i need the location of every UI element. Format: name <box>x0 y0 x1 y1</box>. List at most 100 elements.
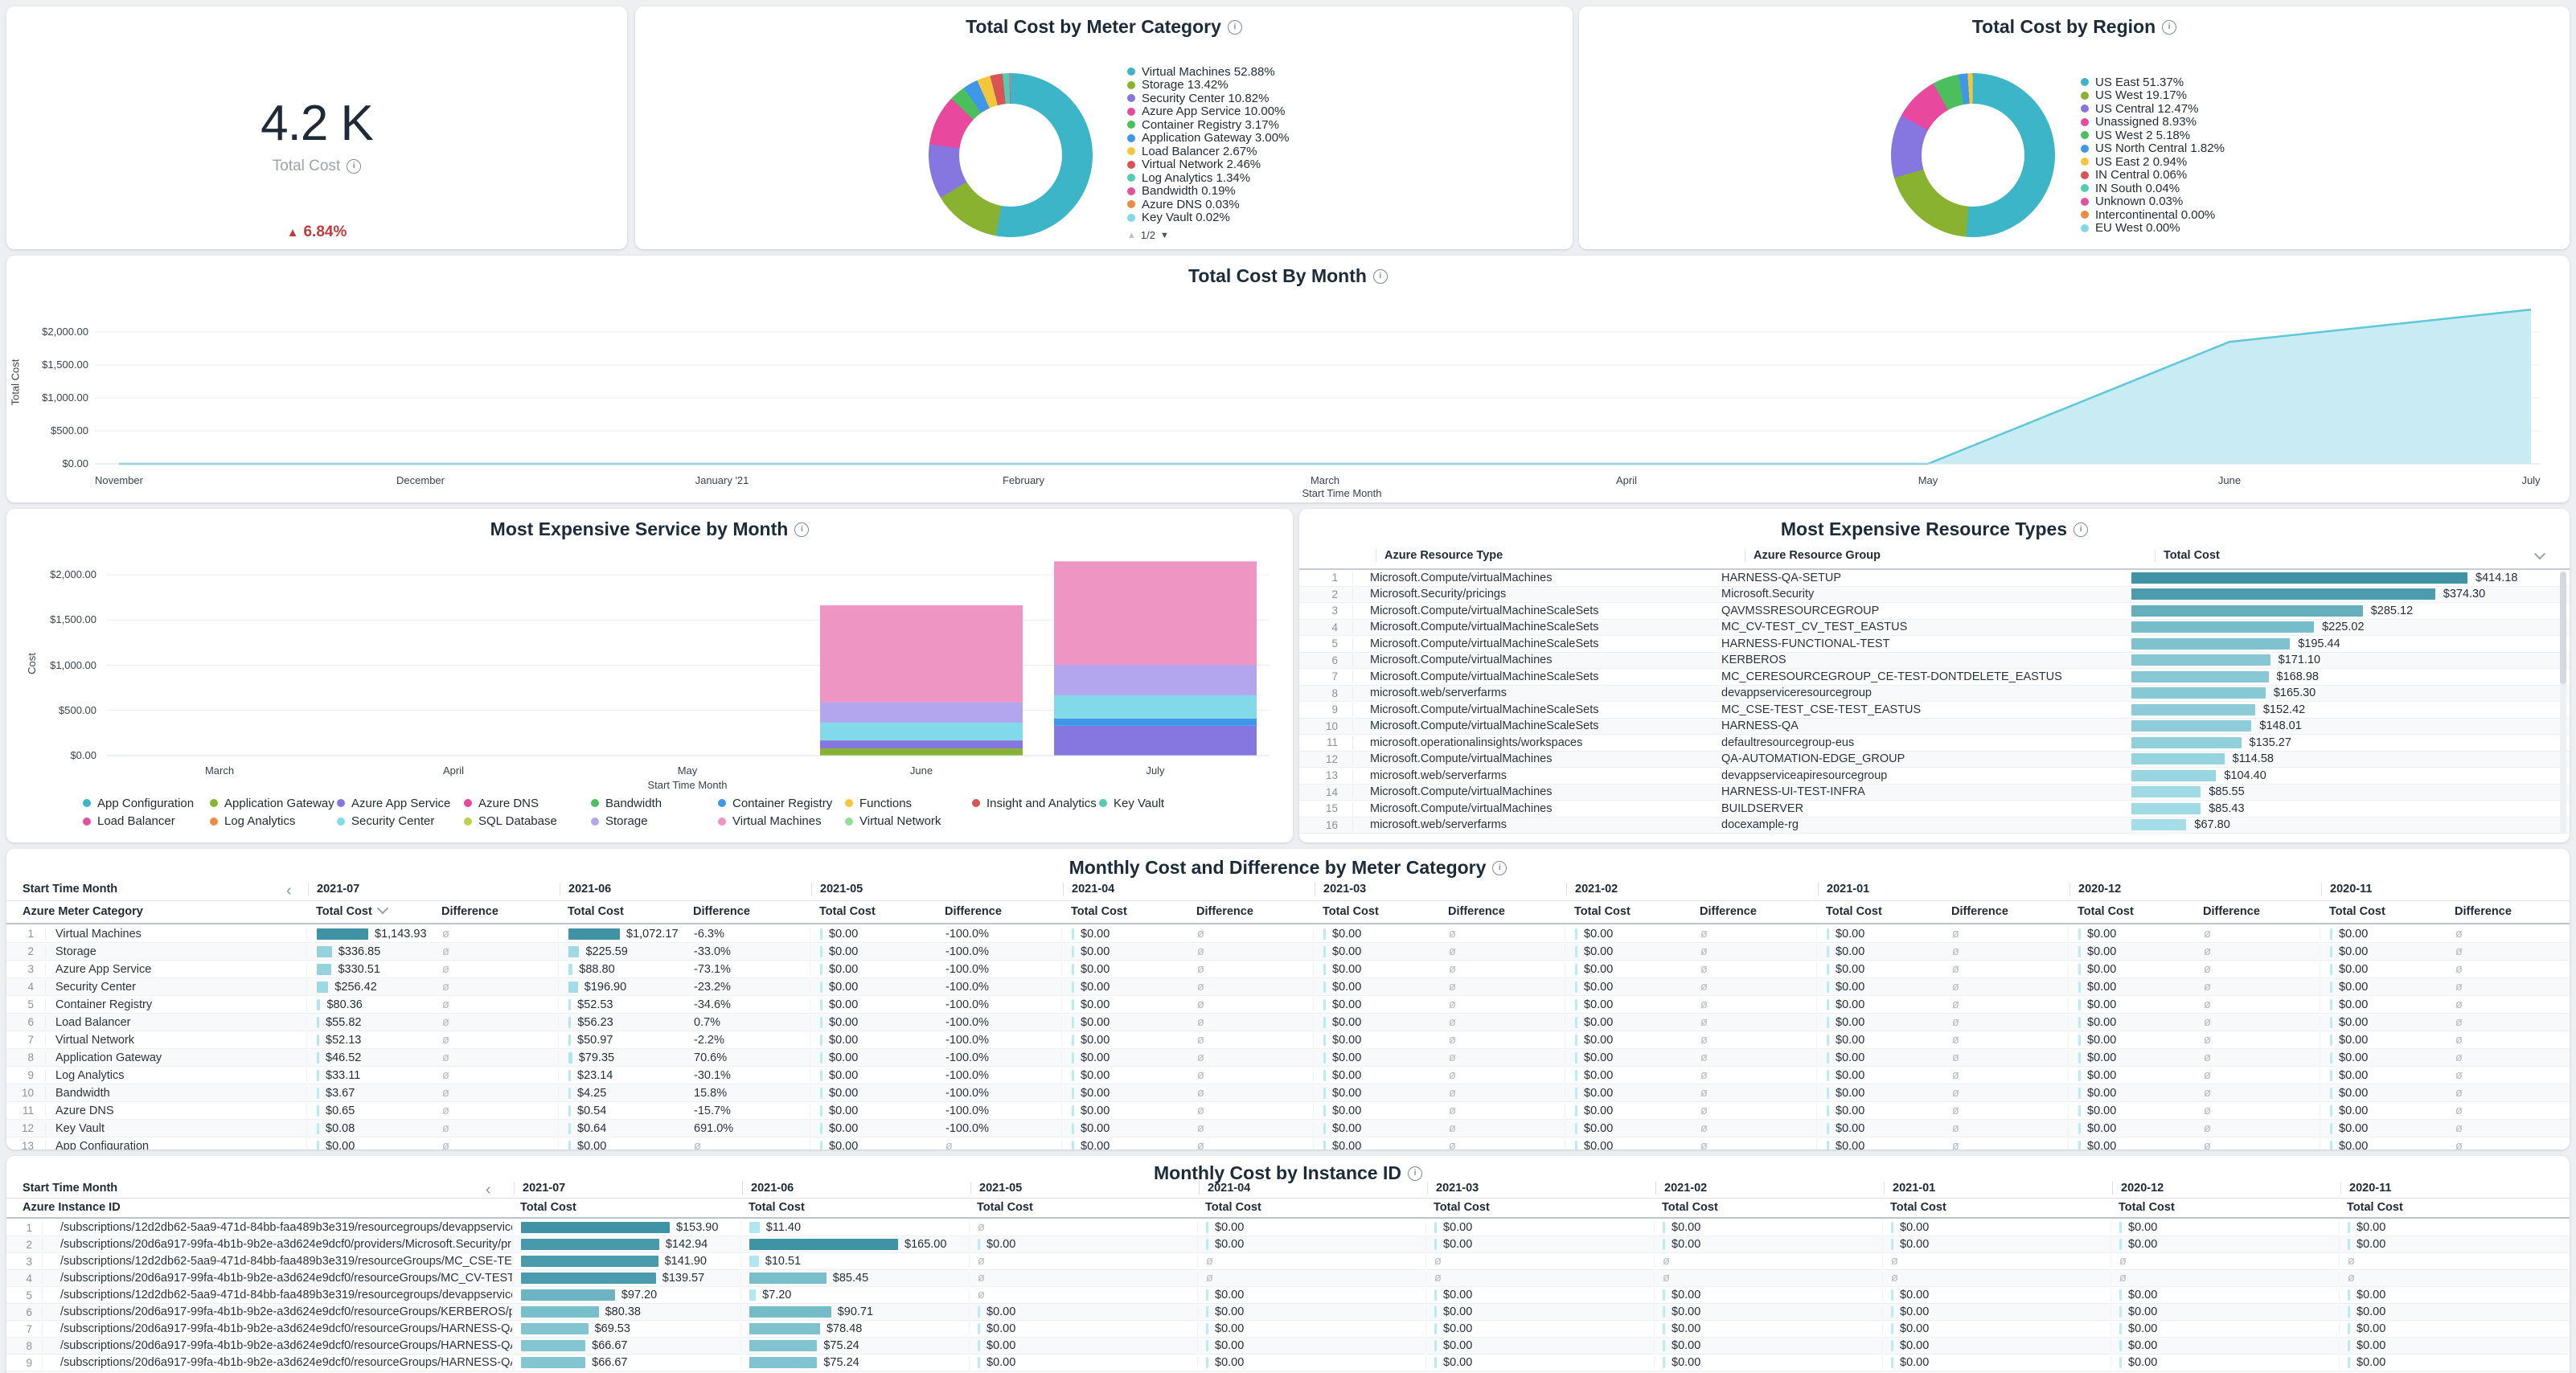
legend-item[interactable]: Azure App Service 10.00% <box>1127 105 1289 119</box>
sort-chevron-icon[interactable] <box>377 903 388 914</box>
legend-item[interactable]: Storage <box>591 815 718 829</box>
legend-item[interactable]: SQL Database <box>464 815 591 829</box>
vertical-scrollbar[interactable] <box>2560 572 2566 834</box>
column-header-total-cost[interactable]: Total Cost <box>2329 905 2385 918</box>
legend-item[interactable]: IN South 0.04% <box>2081 182 2225 195</box>
legend-item[interactable]: EU West 0.00% <box>2081 222 2225 236</box>
column-header-total-cost[interactable]: Total Cost <box>2119 1201 2175 1214</box>
legend-item[interactable]: Unknown 0.03% <box>2081 195 2225 209</box>
legend-item[interactable]: Virtual Network 2.46% <box>1127 158 1289 172</box>
total-cost-cell: ø <box>1654 1272 1882 1285</box>
cost-bar <box>2119 1357 2122 1368</box>
column-header-total-cost[interactable]: Total Cost <box>2078 905 2134 918</box>
legend-item[interactable]: Azure DNS <box>464 797 591 810</box>
legend-item[interactable]: Security Center <box>337 815 464 829</box>
legend-item[interactable]: Container Registry 3.17% <box>1127 118 1289 132</box>
info-icon[interactable]: i <box>347 159 361 174</box>
cost-value: $0.00 <box>2087 981 2116 994</box>
column-header-total-cost[interactable]: Total Cost <box>1071 905 1127 918</box>
column-header-difference[interactable]: Difference <box>2455 905 2512 918</box>
column-header-difference[interactable]: Difference <box>945 905 1002 918</box>
legend-item[interactable]: IN Central 0.06% <box>2081 169 2225 182</box>
column-header-total-cost[interactable]: Total Cost <box>819 905 876 918</box>
legend-item[interactable]: App Configuration <box>83 797 210 810</box>
cost-value: $0.00 <box>1584 981 1613 994</box>
legend-item[interactable]: Log Analytics 1.34% <box>1127 171 1289 185</box>
column-header-difference[interactable]: Difference <box>1448 905 1505 918</box>
column-header-difference[interactable]: Difference <box>441 905 498 918</box>
resource-group-cell: devappserviceapiresourcegroup <box>1721 769 2123 782</box>
legend-item[interactable]: Azure DNS 0.03% <box>1127 198 1289 211</box>
total-cost-cell: $0.00 <box>1816 962 1942 975</box>
cost-bar <box>1663 1239 1665 1250</box>
sort-chevron-icon[interactable] <box>2534 548 2545 559</box>
info-icon[interactable]: i <box>2074 523 2088 537</box>
column-header[interactable]: Azure Resource Type <box>1376 549 1503 562</box>
column-header-total-cost[interactable]: Total Cost <box>1890 1201 1946 1214</box>
column-header-difference[interactable]: Difference <box>1196 905 1253 918</box>
cost-value: $10.51 <box>765 1255 801 1268</box>
info-icon[interactable]: i <box>2162 20 2176 35</box>
months-page-left-icon[interactable]: ‹ <box>486 1182 491 1198</box>
column-header-total-cost[interactable]: Total Cost <box>1323 905 1379 918</box>
legend-item[interactable]: Bandwidth 0.19% <box>1127 185 1289 199</box>
legend-item[interactable]: US West 2 5.18% <box>2081 129 2225 142</box>
legend-item[interactable]: Unassigned 8.93% <box>2081 116 2225 129</box>
cost-bar <box>820 1017 822 1028</box>
legend-item[interactable]: Key Vault 0.02% <box>1127 211 1289 225</box>
legend-item[interactable]: Load Balancer 2.67% <box>1127 145 1289 158</box>
column-header-total-cost[interactable]: Total Cost <box>316 905 387 918</box>
legend-item[interactable]: US West 19.17% <box>2081 89 2225 103</box>
info-icon[interactable]: i <box>1373 269 1388 284</box>
legend-item[interactable]: Storage 13.42% <box>1127 79 1289 92</box>
difference-cell: ø <box>2194 1087 2320 1100</box>
column-header-total-cost[interactable]: Total Cost <box>520 1201 576 1214</box>
legend-item[interactable]: US East 2 0.94% <box>2081 155 2225 169</box>
column-header-total-cost[interactable]: Total Cost <box>1434 1201 1490 1214</box>
legend-item[interactable]: Bandwidth <box>591 797 718 810</box>
legend-label: Unknown 0.03% <box>2095 195 2183 208</box>
legend-item[interactable]: Container Registry <box>718 797 845 810</box>
column-header[interactable]: Azure Resource Group <box>1745 549 1881 562</box>
column-header-difference[interactable]: Difference <box>2203 905 2260 918</box>
legend-item[interactable]: Azure App Service <box>337 797 464 810</box>
column-header-difference[interactable]: Difference <box>1700 905 1757 918</box>
column-header[interactable]: Total Cost <box>2155 549 2220 562</box>
legend-item[interactable]: US Central 12.47% <box>2081 102 2225 116</box>
column-header-difference[interactable]: Difference <box>693 905 750 918</box>
info-icon[interactable]: i <box>794 523 809 537</box>
column-header-total-cost[interactable]: Total Cost <box>1662 1201 1718 1214</box>
column-header-total-cost[interactable]: Total Cost <box>2347 1201 2403 1214</box>
cost-bar <box>2119 1289 2122 1301</box>
legend-item[interactable]: US East 51.37% <box>2081 76 2225 89</box>
legend-item[interactable]: Log Analytics <box>210 815 337 829</box>
legend-item[interactable]: Virtual Machines 52.88% <box>1127 65 1289 79</box>
legend-item[interactable]: Application Gateway 3.00% <box>1127 132 1289 145</box>
column-header-total-cost[interactable]: Total Cost <box>1826 905 1882 918</box>
cost-bar <box>820 1105 822 1117</box>
info-icon[interactable]: i <box>1492 861 1507 875</box>
column-header-total-cost[interactable]: Total Cost <box>977 1201 1033 1214</box>
legend-item[interactable]: Security Center 10.82% <box>1127 92 1289 105</box>
info-icon[interactable]: i <box>1228 20 1242 35</box>
cost-value: $0.00 <box>1836 981 1864 994</box>
scrollbar-thumb[interactable] <box>2560 572 2566 684</box>
legend-item[interactable]: US North Central 1.82% <box>2081 142 2225 156</box>
legend-item[interactable]: Load Balancer <box>83 815 210 829</box>
legend-item[interactable]: Insight and Analytics <box>972 797 1099 810</box>
months-page-left-icon[interactable]: ‹ <box>286 883 292 899</box>
column-header-total-cost[interactable]: Total Cost <box>568 905 624 918</box>
column-header-total-cost[interactable]: Total Cost <box>1205 1201 1261 1214</box>
legend-item[interactable]: Virtual Network <box>845 815 972 829</box>
column-header-total-cost[interactable]: Total Cost <box>749 1201 805 1214</box>
column-header-difference[interactable]: Difference <box>1951 905 2008 918</box>
legend-item[interactable]: Key Vault <box>1099 797 1226 810</box>
page-down-icon[interactable]: ▼ <box>1160 231 1169 240</box>
page-up-icon[interactable]: ▲ <box>1127 231 1136 240</box>
legend-item[interactable]: Functions <box>845 797 972 810</box>
info-icon[interactable]: i <box>1408 1166 1422 1181</box>
legend-item[interactable]: Virtual Machines <box>718 815 845 829</box>
legend-item[interactable]: Intercontinental 0.00% <box>2081 208 2225 222</box>
column-header-total-cost[interactable]: Total Cost <box>1574 905 1631 918</box>
legend-item[interactable]: Application Gateway <box>210 797 337 810</box>
